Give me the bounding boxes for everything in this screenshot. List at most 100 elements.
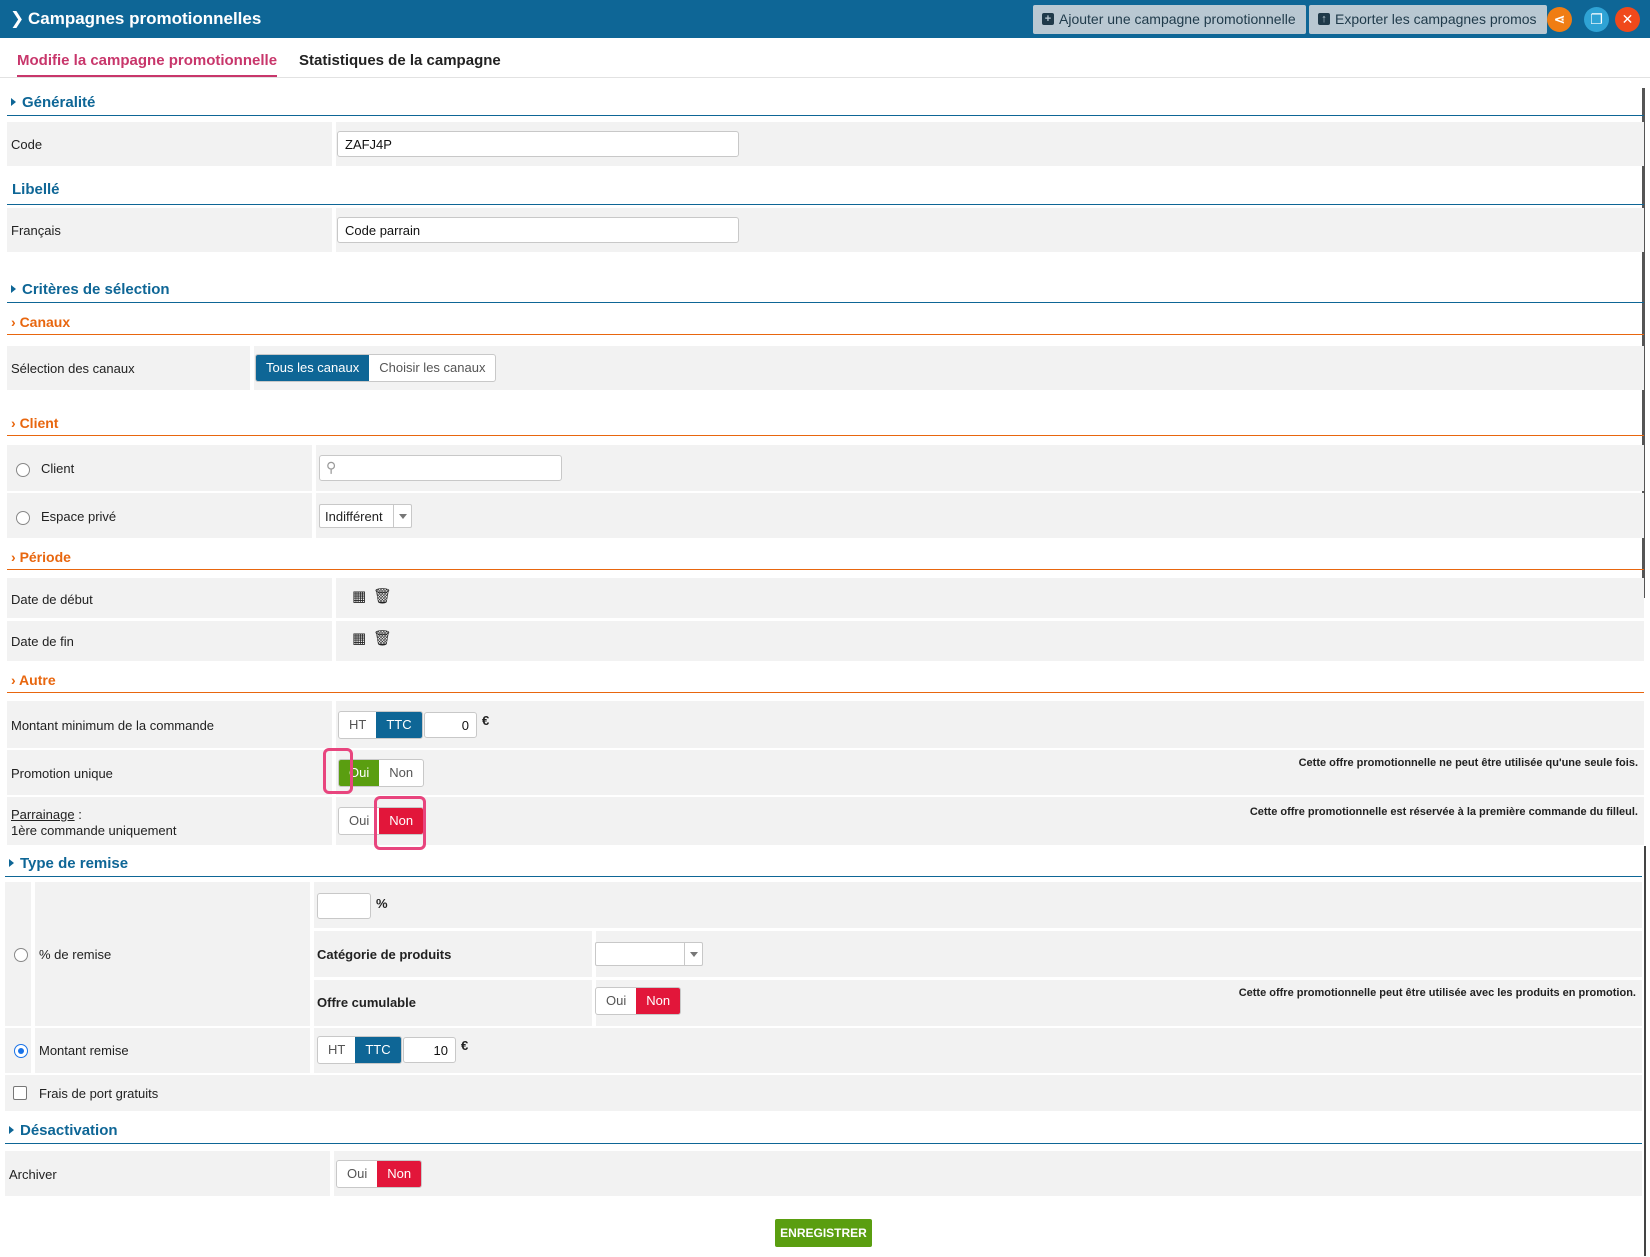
montant-remise-label: Montant remise [39,1043,129,1058]
date-debut-row: Date de début ▦ 🗑 [7,578,1644,618]
subsection-autre[interactable]: › Autre [7,672,1644,693]
chevron-down-icon [393,505,411,527]
export-campaigns-button[interactable]: ↑ Exporter les campagnes promos [1309,5,1547,34]
ht-option[interactable]: HT [339,712,376,738]
archiver-non[interactable]: Non [377,1161,422,1187]
date-fin-row: Date de fin ▦ 🗑 [7,621,1644,661]
frais-port-checkbox[interactable] [13,1086,27,1100]
date-debut-label: Date de début [11,592,93,607]
cumulable-oui[interactable]: Oui [596,988,636,1014]
choose-channels-option[interactable]: Choisir les canaux [369,355,495,381]
francais-label: Français [11,223,61,238]
add-campaign-button[interactable]: + Ajouter une campagne promotionnelle [1033,5,1306,34]
share-icon[interactable]: ⋖ [1547,7,1572,32]
upload-icon: ↑ [1318,13,1330,25]
caret-right-icon [11,98,16,106]
espace-prive-radio[interactable] [16,511,30,525]
trash-icon[interactable]: 🗑 [373,629,392,647]
archiver-label: Archiver [9,1167,57,1182]
parrainage-label: Parrainage :1ère commande uniquement [11,807,177,838]
close-icon[interactable]: ✕ [1615,7,1640,32]
promo-unique-non[interactable]: Non [379,760,423,786]
cumulable-toggle: Oui Non [595,987,682,1015]
min-amount-tax-toggle: HT TTC [338,711,423,739]
categorie-select[interactable] [595,942,703,966]
tab-edit-campaign[interactable]: Modifie la campagne promotionnelle [17,52,278,77]
espace-prive-row: Espace privé Indifférent [7,493,1644,538]
frais-port-label: Frais de port gratuits [39,1086,159,1101]
section-general[interactable]: Généralité [7,94,1644,116]
plus-square-icon: + [1042,13,1054,25]
ht-option[interactable]: HT [318,1037,355,1063]
window-titlebar: ❯ Campagnes promotionnelles + Ajouter un… [0,0,1650,38]
percent-remise-label: % de remise [39,947,112,962]
chevron-down-icon [684,943,702,965]
caret-right-icon [11,285,16,293]
percent-remise-radio[interactable] [14,948,28,962]
promo-unique-note: Cette offre promotionnelle ne peut être … [1298,757,1638,769]
min-amount-input[interactable]: 0 [424,712,477,738]
min-amount-label: Montant minimum de la commande [11,718,215,733]
scrollbar[interactable] [1644,846,1646,1256]
promo-campaign-window: ❯ Campagnes promotionnelles + Ajouter un… [0,0,1650,1257]
montant-remise-radio[interactable] [14,1044,28,1058]
date-fin-label: Date de fin [11,634,74,649]
code-row: Code ZAFJ4P [7,122,1644,166]
section-desactivation[interactable]: Désactivation [5,1122,1642,1144]
copy-window-icon[interactable]: ❐ [1584,7,1609,32]
promo-unique-row: Promotion unique Oui Non Cette offre pro… [7,750,1644,795]
montant-remise-row: Montant remise HT TTC 10 € [5,1028,1642,1073]
all-channels-option[interactable]: Tous les canaux [256,355,370,381]
window-title: Campagnes promotionnelles [28,9,262,28]
percent-symbol: % [376,896,388,911]
euro-symbol: € [482,713,490,728]
archiver-row: Archiver Oui Non [5,1151,1642,1196]
tab-campaign-stats[interactable]: Statistiques de la campagne [299,52,501,75]
archiver-toggle: Oui Non [336,1160,423,1188]
caret-right-icon [9,1126,14,1134]
cumulable-label: Offre cumulable [317,995,416,1010]
montant-remise-input[interactable]: 10 [403,1037,456,1063]
francais-input[interactable]: Code parrain [337,217,739,243]
cumulable-non[interactable]: Non [636,988,681,1014]
search-icon: ⚲ [326,459,337,475]
caret-right-icon [9,859,14,867]
percent-remise-block: % de remise % Catégorie de produits Offr… [5,882,1642,1026]
categorie-label: Catégorie de produits [317,947,452,962]
archiver-oui[interactable]: Oui [337,1161,377,1187]
min-amount-row: Montant minimum de la commande HT TTC 0 … [7,701,1644,748]
chevron-right-icon: ❯ [10,9,25,28]
calendar-icon[interactable]: ▦ [352,629,366,647]
parrainage-note: Cette offre promotionnelle est réservée … [1249,806,1638,818]
save-button[interactable]: ENREGISTRER [775,1219,872,1247]
section-remise[interactable]: Type de remise [5,855,1642,877]
calendar-icon[interactable]: ▦ [352,587,366,605]
cumulable-note: Cette offre promotionnelle peut être uti… [1238,987,1636,999]
highlight-promo-oui [323,748,353,794]
parrainage-row: Parrainage :1ère commande uniquement Oui… [7,797,1644,845]
code-input[interactable]: ZAFJ4P [337,131,739,157]
client-radio[interactable] [16,463,30,477]
canaux-row: Sélection des canaux Tous les canaux Cho… [7,346,1644,390]
francais-row: Français Code parrain [7,208,1644,252]
tab-bar: Modifie la campagne promotionnelle Stati… [0,38,1650,78]
canaux-label: Sélection des canaux [11,361,135,376]
percent-input[interactable] [317,893,371,919]
client-label: Client [41,461,75,476]
code-label: Code [11,137,43,152]
subsection-periode[interactable]: › Période [7,549,1644,570]
section-criteria[interactable]: Critères de sélection [7,281,1644,303]
libelle-heading: Libellé [12,181,60,198]
espace-prive-label: Espace privé [41,509,117,524]
subsection-canaux[interactable]: › Canaux [7,314,1644,335]
client-search-input[interactable]: ⚲ [319,455,562,481]
subsection-client[interactable]: › Client [7,415,1644,436]
client-row: Client ⚲ [7,445,1644,491]
ttc-option[interactable]: TTC [376,712,422,738]
trash-icon[interactable]: 🗑 [373,587,392,605]
frais-port-row: Frais de port gratuits [5,1075,1642,1111]
ttc-option[interactable]: TTC [355,1037,401,1063]
canaux-selector: Tous les canaux Choisir les canaux [255,354,497,382]
highlight-parrainage-non [374,796,426,850]
espace-prive-select[interactable]: Indifférent [319,504,412,528]
